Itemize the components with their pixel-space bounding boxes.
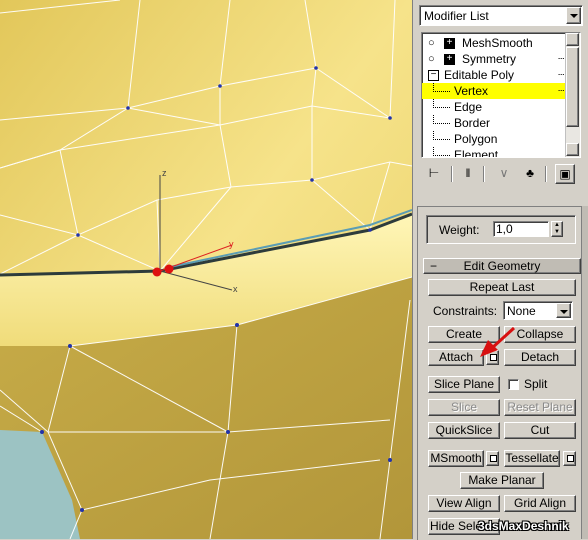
spinner-up-icon[interactable]: ▲ — [554, 222, 560, 229]
selected-vertex — [164, 264, 174, 274]
tree-line — [433, 131, 450, 140]
stack-item-border[interactable]: Border — [422, 115, 568, 131]
split-label: Split — [524, 377, 548, 391]
quickslice-button[interactable]: QuickSlice — [428, 422, 500, 439]
dots-icon: ⋅⋅⋅ — [557, 54, 564, 65]
stack-item-symmetry[interactable]: ○ + Symmetry ⋅⋅⋅ — [422, 51, 568, 67]
scrollbar-thumb[interactable] — [566, 47, 579, 127]
mesh-render: z y x — [0, 0, 412, 539]
watermark: 3dsMaxDeshnik — [478, 519, 569, 533]
tessellate-button[interactable]: Tessellate — [504, 450, 560, 467]
stack-item-edge[interactable]: Edge — [422, 99, 568, 115]
panel-scrollbar[interactable] — [581, 206, 588, 539]
chevron-down-icon[interactable] — [556, 303, 571, 318]
axis-z-label: z — [162, 168, 167, 178]
weight-label: Weight: — [439, 223, 480, 237]
repeat-last-button[interactable]: Repeat Last — [428, 279, 576, 296]
cut-button[interactable]: Cut — [504, 422, 576, 439]
tessellate-settings-button[interactable] — [563, 451, 576, 466]
show-end-result-icon[interactable]: ‖ — [459, 164, 477, 182]
stack-item-polygon[interactable]: Polygon — [422, 131, 568, 147]
grid-align-button[interactable]: Grid Align — [504, 495, 576, 512]
attach-button[interactable]: Attach — [428, 349, 484, 366]
plus-expander-icon[interactable]: + — [444, 54, 455, 65]
spinner-down-icon[interactable]: ▼ — [554, 229, 560, 236]
configure-sets-icon[interactable]: ▣ — [555, 164, 575, 184]
lightbulb-icon[interactable]: ○ — [428, 51, 435, 67]
stack-item-editable-poly[interactable]: − Editable Poly ⋅⋅⋅ — [422, 67, 568, 83]
tree-line — [433, 115, 450, 124]
slice-plane-button[interactable]: Slice Plane — [428, 376, 500, 393]
tree-line — [433, 83, 450, 92]
weight-spinner[interactable]: ▲ ▼ — [551, 221, 563, 237]
scroll-up-icon[interactable] — [566, 33, 579, 46]
red-arrow-icon — [480, 326, 516, 357]
rollout-panel: Weight: 1,0 ▲ ▼ − Edit Geometry Repeat L… — [417, 206, 584, 540]
weight-group: Weight: 1,0 ▲ ▼ — [426, 215, 576, 244]
make-unique-icon[interactable]: ∨ — [495, 164, 513, 182]
tree-line — [433, 99, 450, 108]
axis-x-label: x — [233, 284, 238, 294]
stack-item-meshsmooth[interactable]: ○ + MeshSmooth — [422, 35, 568, 51]
selected-vertex — [152, 267, 162, 277]
reset-plane-button[interactable]: Reset Plane — [504, 399, 576, 416]
split-checkbox[interactable] — [508, 379, 519, 390]
pin-stack-icon[interactable]: ⊢ — [425, 164, 443, 182]
dots-icon: ⋅⋅⋅ — [557, 86, 564, 97]
plus-expander-icon[interactable]: + — [444, 38, 455, 49]
msmooth-button[interactable]: MSmooth — [428, 450, 484, 467]
modifier-stack[interactable]: ○ + MeshSmooth ○ + Symmetry ⋅⋅⋅ − Editab… — [421, 32, 581, 158]
constraints-value: None — [507, 304, 536, 318]
axis-y-label: y — [229, 239, 234, 249]
collapse-rollout-icon: − — [430, 259, 438, 273]
constraints-dropdown[interactable]: None — [503, 301, 573, 320]
constraints-label: Constraints: — [433, 304, 498, 318]
slice-button[interactable]: Slice — [428, 399, 500, 416]
minus-expander-icon[interactable]: − — [428, 70, 439, 81]
modifier-list-label: Modifier List — [424, 9, 489, 23]
stack-scrollbar[interactable] — [565, 33, 580, 157]
viewport[interactable]: z y x — [0, 0, 412, 539]
make-planar-button[interactable]: Make Planar — [460, 472, 544, 489]
edit-geometry-title: Edit Geometry — [463, 259, 541, 273]
dots-icon: ⋅⋅⋅ — [557, 70, 564, 81]
chevron-down-icon[interactable] — [566, 7, 581, 24]
stack-item-element[interactable]: Element — [422, 147, 568, 157]
tree-line — [433, 147, 450, 156]
modifier-list-dropdown[interactable]: Modifier List — [419, 5, 583, 26]
msmooth-settings-button[interactable] — [486, 451, 499, 466]
remove-modifier-icon[interactable]: ♣ — [521, 164, 539, 182]
scroll-down-icon[interactable] — [566, 143, 579, 156]
command-panel: Modifier List ○ + MeshSmooth ○ + Symmetr… — [412, 0, 588, 540]
view-align-button[interactable]: View Align — [428, 495, 500, 512]
edit-geometry-header[interactable]: − Edit Geometry — [423, 258, 581, 274]
lightbulb-icon[interactable]: ○ — [428, 35, 435, 51]
stack-item-vertex[interactable]: Vertex ⋅⋅⋅ — [422, 83, 568, 99]
stack-toolbar: ⊢ ‖ ∨ ♣ ▣ — [413, 162, 588, 186]
weight-field[interactable]: 1,0 — [493, 221, 549, 237]
